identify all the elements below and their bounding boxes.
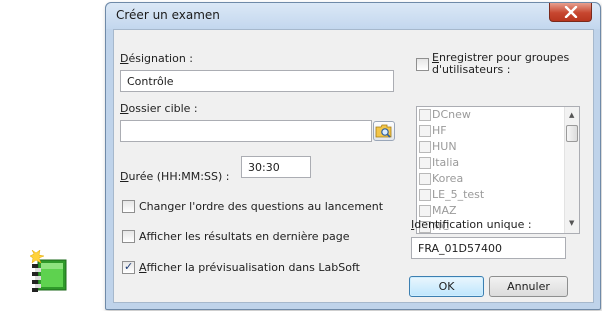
shuffle-questions-checkbox[interactable] bbox=[122, 200, 135, 213]
target-folder-input[interactable] bbox=[120, 120, 372, 142]
labsoft-preview-label[interactable]: Afficher la prévisualisation dans LabSof… bbox=[139, 261, 360, 274]
show-results-label[interactable]: Afficher les résultats en dernière page bbox=[139, 230, 350, 243]
save-for-groups-checkbox[interactable] bbox=[416, 58, 429, 71]
dialog-body: Désignation : Dossier cible : Durée (HH:… bbox=[113, 29, 594, 303]
target-folder-label: Dossier cible : bbox=[120, 102, 198, 115]
duration-label: Durée (HH:MM:SS) : bbox=[120, 170, 230, 183]
group-checkbox[interactable] bbox=[419, 205, 431, 217]
browse-folder-button[interactable] bbox=[373, 121, 395, 141]
window-title: Créer un examen bbox=[116, 8, 220, 22]
save-for-groups-label[interactable]: Enregistrer pour groupes d'utilisateurs … bbox=[432, 52, 569, 76]
show-results-checkbox[interactable] bbox=[122, 230, 135, 243]
designation-input[interactable] bbox=[120, 70, 394, 92]
unique-id-input[interactable] bbox=[411, 237, 566, 259]
group-checkbox[interactable] bbox=[419, 189, 431, 201]
designation-label: Désignation : bbox=[120, 52, 194, 65]
group-checkbox[interactable] bbox=[419, 141, 431, 153]
close-button[interactable] bbox=[549, 3, 592, 22]
close-icon bbox=[564, 6, 578, 18]
scroll-up-icon[interactable]: ▲ bbox=[569, 111, 574, 119]
app-package-icon bbox=[28, 249, 72, 296]
duration-input[interactable] bbox=[241, 156, 311, 178]
ok-button[interactable]: OK bbox=[409, 276, 484, 297]
unique-id-label: Identification unique : bbox=[411, 218, 532, 231]
title-bar[interactable]: Créer un examen bbox=[106, 3, 600, 29]
shuffle-questions-label[interactable]: Changer l'ordre des questions au lanceme… bbox=[139, 200, 383, 213]
labsoft-preview-checkbox[interactable] bbox=[122, 260, 135, 274]
group-checkbox[interactable] bbox=[419, 125, 431, 137]
scroll-thumb[interactable] bbox=[566, 125, 578, 142]
create-exam-dialog: Créer un examen Désignation : Dossier ci… bbox=[105, 2, 601, 310]
cancel-button[interactable]: Annuler bbox=[489, 276, 568, 297]
group-checkbox[interactable] bbox=[419, 173, 431, 185]
folder-search-icon bbox=[375, 124, 392, 138]
user-groups-list[interactable]: DCnew HF HUN Italia Korea LE_5_test MAZ … bbox=[416, 106, 580, 234]
group-checkbox[interactable] bbox=[419, 109, 431, 121]
group-checkbox[interactable] bbox=[419, 157, 431, 169]
scroll-down-icon[interactable]: ▼ bbox=[569, 219, 574, 227]
list-scrollbar[interactable]: ▲ ▼ bbox=[564, 107, 579, 233]
